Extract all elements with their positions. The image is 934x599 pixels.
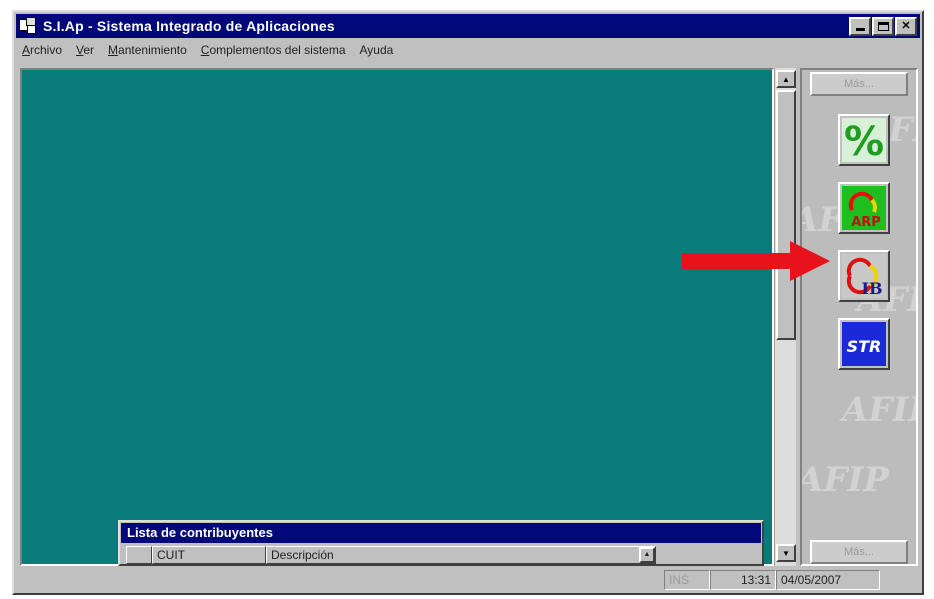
status-message-panel — [16, 570, 664, 590]
more-apps-bottom-button[interactable]: Más... — [810, 540, 908, 564]
menu-bar: Archivo Ver Mantenimiento Complementos d… — [16, 40, 920, 60]
window-title: S.I.Ap - Sistema Integrado de Aplicacion… — [43, 18, 335, 34]
svg-text:ARP: ARP — [851, 215, 881, 230]
menu-ayuda[interactable]: Ayuda — [353, 43, 401, 57]
close-icon: ✕ — [901, 19, 911, 32]
minimize-icon — [855, 28, 865, 31]
dropdown-arrow-icon[interactable]: ▲ — [639, 547, 655, 563]
status-ins-panel: INS — [664, 570, 710, 590]
main-window: S.I.Ap - Sistema Integrado de Aplicacion… — [12, 10, 924, 595]
menu-complementos[interactable]: Complementos del sistema — [194, 43, 353, 57]
red-pointer-arrow-icon — [682, 241, 830, 281]
status-time-panel: 13:31 — [710, 570, 776, 590]
scroll-up-button[interactable]: ▲ — [776, 70, 796, 88]
menu-archivo[interactable]: Archivo — [16, 43, 69, 57]
more-apps-top-button[interactable]: Más... — [810, 72, 908, 96]
minimize-button[interactable] — [849, 16, 871, 36]
str-app-button[interactable]: STR — [838, 318, 890, 370]
arrow-down-icon: ▼ — [782, 548, 790, 558]
watermark-afip-5: AFIP — [800, 460, 889, 500]
app-window-icon[interactable] — [19, 17, 39, 35]
menu-mantenimiento[interactable]: Mantenimiento — [101, 43, 194, 57]
menu-ver[interactable]: Ver — [69, 43, 101, 57]
status-bar: INS 13:31 04/05/2007 — [16, 568, 920, 592]
column-cuit-header[interactable]: CUIT — [152, 546, 266, 564]
arrow-up-icon: ▲ — [782, 74, 790, 84]
watermark-afip-4: AFIP — [842, 390, 916, 430]
mdi-client-area[interactable] — [20, 68, 774, 566]
ib-app-button[interactable]: IB — [838, 250, 890, 302]
contribuyentes-grid[interactable]: CUIT Descripción ▲ — [126, 546, 656, 564]
column-descripcion-header[interactable]: Descripción ▲ — [266, 546, 656, 564]
arp-app-button[interactable]: ARP — [838, 182, 890, 234]
vertical-scrollbar[interactable]: ▲ ▼ — [774, 68, 796, 566]
close-button[interactable]: ✕ — [895, 16, 917, 36]
ib-icon: IB — [842, 254, 886, 298]
svg-text:%: % — [844, 119, 884, 162]
contribuyentes-window[interactable]: Lista de contribuyentes CUIT Descripción… — [118, 520, 764, 566]
window-controls: ✕ — [848, 16, 917, 36]
application-side-panel: AFIP AFIP AFIP AFIP AFIP Más... % ARP — [800, 68, 918, 566]
title-bar[interactable]: S.I.Ap - Sistema Integrado de Aplicacion… — [16, 14, 920, 38]
status-date-panel: 04/05/2007 — [776, 570, 880, 590]
percent-icon: % — [842, 118, 886, 162]
maximize-icon — [877, 21, 889, 31]
contribuyentes-title: Lista de contribuyentes — [121, 523, 761, 543]
row-selector-header — [126, 546, 152, 564]
scroll-down-button[interactable]: ▼ — [776, 544, 796, 562]
percent-app-button[interactable]: % — [838, 114, 890, 166]
str-icon: STR — [842, 322, 886, 366]
arp-icon: ARP — [842, 186, 886, 230]
scroll-thumb[interactable] — [776, 90, 796, 340]
svg-text:IB: IB — [861, 279, 882, 298]
maximize-button[interactable] — [872, 16, 894, 36]
svg-text:STR: STR — [847, 337, 882, 356]
